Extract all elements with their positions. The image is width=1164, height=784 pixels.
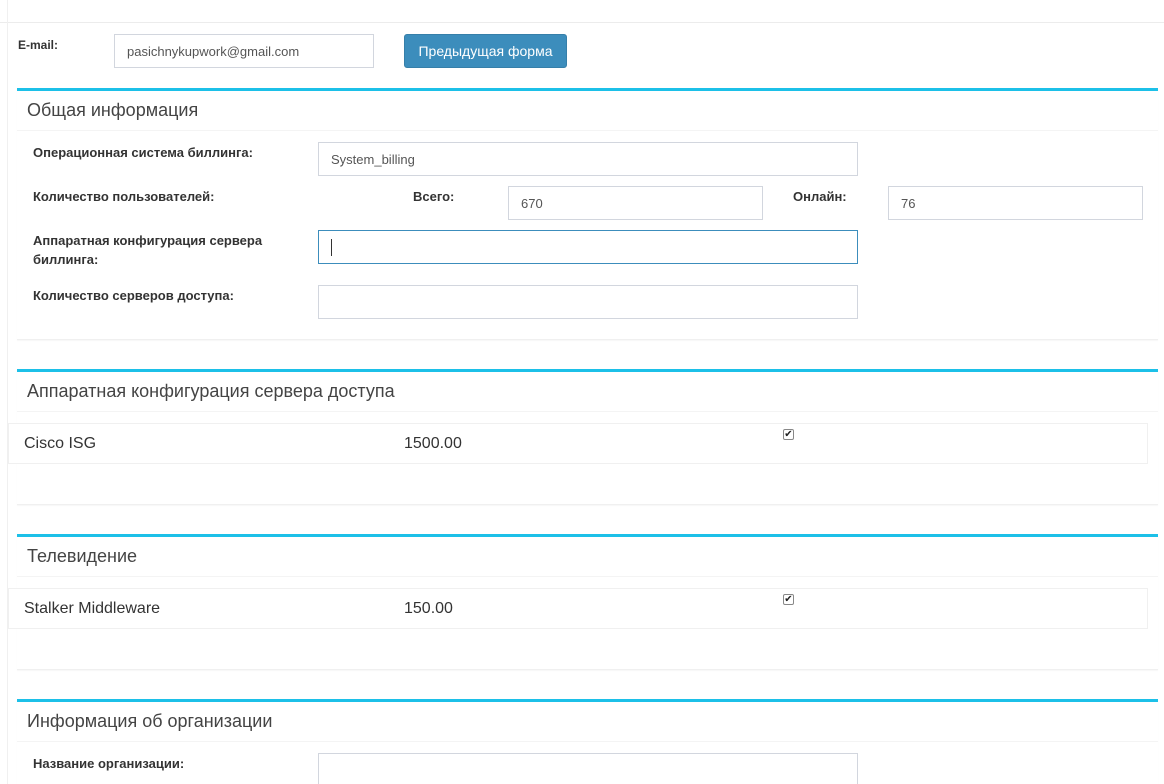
online-users-value: 76 [901,195,916,211]
item-name: Cisco ISG [24,435,97,452]
billing-os-label: Операционная система биллинга: [33,145,253,160]
total-users-value: 670 [521,195,543,211]
billing-hw-label-line2: биллинга: [33,252,99,267]
item-price: 150.00 [404,600,453,617]
users-count-label: Количество пользователей: [33,189,215,204]
item-checkbox[interactable]: ✔ [783,594,794,605]
access-servers-input[interactable] [318,285,858,319]
billing-hw-label-line1: Аппаратная конфигурация сервера [33,233,263,248]
online-label: Онлайн: [793,189,847,204]
billing-os-input[interactable]: System_billing [318,142,858,176]
access-hw-title: Аппаратная конфигурация сервера доступа [17,372,1158,412]
top-divider [0,22,1164,23]
check-icon: ✔ [784,428,793,440]
check-icon: ✔ [784,593,793,605]
text-caret [331,238,332,256]
billing-hw-input[interactable] [318,230,858,264]
tv-title: Телевидение [17,537,1158,577]
previous-form-button[interactable]: Предыдущая форма [404,34,567,68]
item-checkbox[interactable]: ✔ [783,429,794,440]
org-info-title: Информация об организации [17,702,1158,742]
list-item: Stalker Middleware 150.00 ✔ [8,588,1148,629]
email-label: E-mail: [18,38,59,52]
online-users-input[interactable]: 76 [888,186,1143,220]
total-users-input[interactable]: 670 [508,186,763,220]
item-name: Stalker Middleware [24,600,161,617]
email-input-value: pasichnykupwork@gmail.com [127,43,300,59]
item-price: 1500.00 [404,435,462,452]
page: E-mail: pasichnykupwork@gmail.com Предыд… [0,0,1164,784]
total-label: Всего: [413,189,455,204]
left-divider [7,0,8,784]
org-name-input[interactable] [318,753,858,784]
list-item: Cisco ISG 1500.00 ✔ [8,423,1148,464]
general-info-title: Общая информация [17,91,1158,131]
access-servers-label: Количество серверов доступа: [33,288,234,303]
billing-os-value: System_billing [331,151,415,167]
org-name-label: Название организации: [33,756,185,771]
email-input[interactable]: pasichnykupwork@gmail.com [114,34,374,68]
billing-hw-label: Аппаратная конфигурация сервера биллинга… [33,231,262,269]
